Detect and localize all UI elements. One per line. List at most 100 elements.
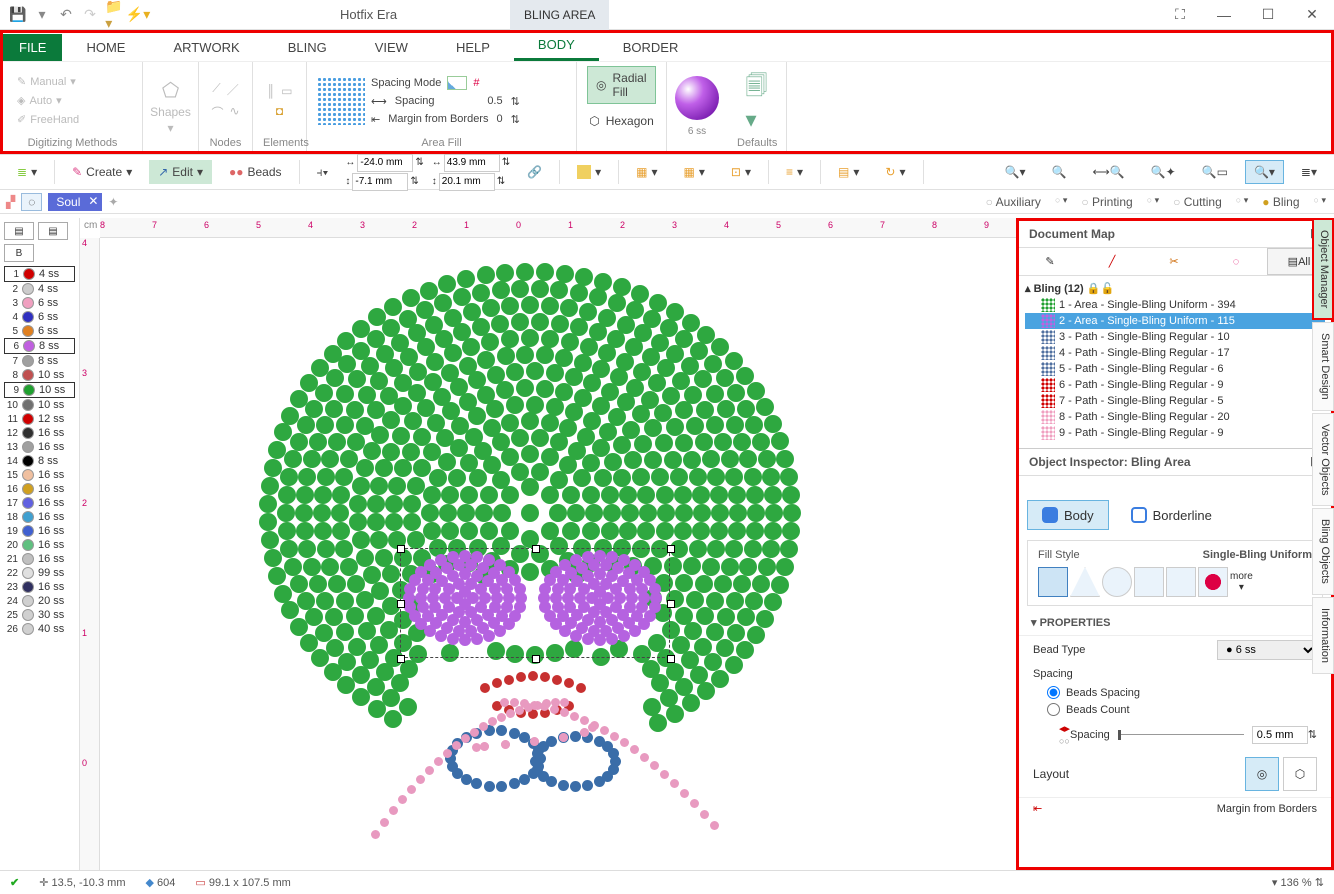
fillstyle-option[interactable] (1102, 567, 1132, 597)
pal-thumb[interactable]: ▤ (4, 222, 34, 240)
palette-row[interactable]: 1816 ss (4, 510, 75, 524)
split-icon[interactable]: ║ (267, 84, 276, 98)
zoom-active-button[interactable]: 🔍▾ (1245, 160, 1284, 184)
layer-stack-icon[interactable]: ▞ (6, 195, 15, 209)
cat-cutting[interactable]: Cutting (1173, 195, 1222, 209)
body-tab[interactable]: Body (1027, 500, 1109, 530)
palette-row[interactable]: 2116 ss (4, 552, 75, 566)
ribbon-tab-view[interactable]: VIEW (351, 34, 432, 61)
palette-row[interactable]: 1216 ss (4, 426, 75, 440)
arrange-button[interactable]: ▦▾ (627, 160, 666, 184)
fillstyle-option[interactable] (1166, 567, 1196, 597)
tree-item[interactable]: 4 - Path - Single-Bling Regular - 17 (1025, 345, 1325, 361)
zoom-fit-button[interactable]: 🔍 (1043, 160, 1076, 184)
palette-row[interactable]: 1516 ss (4, 468, 75, 482)
close-icon[interactable]: ✕ (1290, 0, 1334, 30)
zoom-width-button[interactable]: ⟷🔍 (1084, 160, 1134, 184)
folder-icon[interactable]: 📁▾ (106, 7, 122, 23)
redo-icon[interactable]: ↷ (82, 7, 98, 23)
cat-printing[interactable]: Printing (1081, 195, 1132, 209)
ribbon-tab-help[interactable]: HELP (432, 34, 514, 61)
defaults-icon[interactable]: 🗐▾ (746, 69, 768, 133)
palette-row[interactable]: 2420 ss (4, 594, 75, 608)
filter-bling[interactable]: ◌ (1205, 248, 1267, 275)
pal-b[interactable]: B (4, 244, 34, 262)
w-input[interactable] (444, 154, 500, 172)
list-view-button[interactable]: ≣▾ (1292, 160, 1326, 184)
pal-thumb[interactable]: ▤ (38, 222, 68, 240)
x-input[interactable] (357, 154, 413, 172)
freehand-button[interactable]: ✐ FreeHand (13, 111, 83, 128)
zoom-out[interactable]: ▾ (1272, 877, 1278, 889)
palette-row[interactable]: 78 ss (4, 354, 75, 368)
palette-row[interactable]: 36 ss (4, 296, 75, 310)
filter-pencil[interactable]: ✎ (1019, 248, 1081, 275)
close-tab-icon[interactable]: ✕ (88, 194, 98, 208)
zoom-sel-button[interactable]: 🔍✦ (1142, 160, 1185, 184)
edit-button[interactable]: ↗Edit▾ (149, 160, 212, 184)
fullscreen-icon[interactable]: ⛶ (1158, 0, 1202, 30)
palette-row[interactable]: 2016 ss (4, 538, 75, 552)
palette-row[interactable]: 148 ss (4, 454, 75, 468)
side-tab-vector-objects[interactable]: Vector Objects (1312, 413, 1334, 507)
tree-item[interactable]: 3 - Path - Single-Bling Regular - 10 (1025, 329, 1325, 345)
curve-icon[interactable]: ⟋ (212, 81, 220, 98)
side-tab-object-manager[interactable]: Object Manager (1312, 218, 1334, 320)
filter-brush[interactable]: ╱ (1081, 248, 1143, 275)
undo-icon[interactable]: ↶ (58, 7, 74, 23)
palette-row[interactable]: 2530 ss (4, 608, 75, 622)
ribbon-tab-file[interactable]: FILE (3, 34, 62, 61)
tree-item[interactable]: 2 - Area - Single-Bling Uniform - 115 (1025, 313, 1325, 329)
layout-radial-option[interactable]: ◎ (1245, 757, 1279, 791)
arc-icon[interactable]: ⌒ (211, 104, 223, 121)
node-icon[interactable]: ∿ (229, 104, 239, 121)
ribbon-tab-artwork[interactable]: ARTWORK (149, 34, 263, 61)
rect-icon[interactable]: ▭ (281, 84, 292, 98)
distribute-button[interactable]: ≡▾ (777, 160, 812, 184)
hole-icon[interactable]: ◘ (276, 104, 283, 118)
fillstyle-option[interactable] (1198, 567, 1228, 597)
cat-bling[interactable]: Bling (1262, 195, 1299, 209)
palette-row[interactable]: 2299 ss (4, 566, 75, 580)
palette-row[interactable]: 68 ss (4, 338, 75, 354)
palette-row[interactable]: 1112 ss (4, 412, 75, 426)
spacing-value-input[interactable] (1252, 726, 1308, 744)
ribbon-tab-home[interactable]: HOME (62, 34, 149, 61)
palette-row[interactable]: 810 ss (4, 368, 75, 382)
palette-row[interactable]: 2316 ss (4, 580, 75, 594)
order-button[interactable]: ▤▾ (829, 160, 868, 184)
create-button[interactable]: ✎Create▾ (63, 160, 141, 184)
side-tab-smart-design[interactable]: Smart Design (1312, 322, 1334, 411)
new-tab-icon[interactable]: ✦ (108, 195, 118, 209)
beads-button[interactable]: ●●Beads (220, 160, 291, 184)
bead-type-select[interactable]: ● 6 ss (1217, 640, 1317, 660)
properties-header[interactable]: ▾ PROPERTIES (1019, 610, 1331, 636)
layout-hex-option[interactable]: ⬡ (1283, 757, 1317, 791)
fillstyle-option[interactable] (1070, 567, 1100, 597)
tree-item[interactable]: 5 - Path - Single-Bling Regular - 6 (1025, 361, 1325, 377)
rotate-button[interactable]: ↻▾ (876, 160, 914, 184)
fillstyle-option[interactable] (1038, 567, 1068, 597)
tree-item[interactable]: 8 - Path - Single-Bling Regular - 20 (1025, 409, 1325, 425)
palette-row[interactable]: 1916 ss (4, 524, 75, 538)
tree-item[interactable]: 9 - Path - Single-Bling Regular - 9 (1025, 425, 1325, 441)
zoom-spinner[interactable]: ⇅ (1315, 877, 1324, 889)
palette-row[interactable]: 1616 ss (4, 482, 75, 496)
tree-root[interactable]: ▴ Bling (12) 🔒🔓 (1025, 280, 1325, 297)
spinner-icon[interactable]: ⇅ (511, 113, 520, 126)
ribbon-tab-bling[interactable]: BLING (264, 34, 351, 61)
beads-count-radio[interactable] (1047, 703, 1060, 716)
h-input[interactable] (439, 173, 495, 191)
fillstyle-option[interactable] (1134, 567, 1164, 597)
save-icon[interactable]: 💾 (10, 7, 26, 23)
align-button[interactable]: ⫞▾ (308, 160, 338, 185)
minimize-icon[interactable]: — (1202, 0, 1246, 30)
spinner-icon[interactable]: ⇅ (511, 95, 520, 108)
document-tab[interactable]: Soul✕ (48, 193, 102, 211)
palette-row[interactable]: 910 ss (4, 382, 75, 398)
layers-button[interactable]: ≣▾ (8, 160, 46, 184)
side-tab-information[interactable]: Information (1312, 597, 1334, 674)
bead-gem-icon[interactable] (675, 76, 719, 120)
palette-row[interactable]: 1316 ss (4, 440, 75, 454)
palette-row[interactable]: 2640 ss (4, 622, 75, 636)
